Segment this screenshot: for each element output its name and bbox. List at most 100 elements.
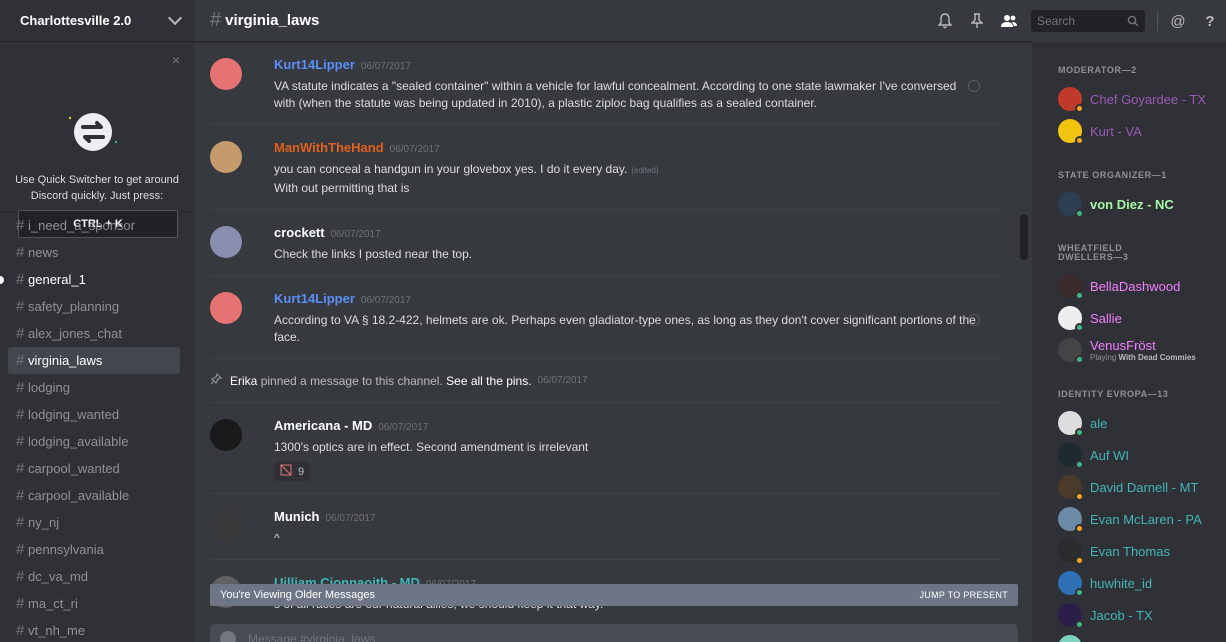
channel-hash-icon: #: [16, 244, 25, 261]
members-icon[interactable]: [993, 0, 1025, 42]
member-item[interactable]: Evan McLaren - PA: [1058, 503, 1226, 535]
guild-header[interactable]: Charlottesville 2.0: [0, 0, 194, 42]
help-icon[interactable]: ?: [1194, 0, 1226, 42]
chevron-down-icon[interactable]: [167, 10, 183, 26]
member-name: Evan McLaren - PA: [1090, 511, 1202, 527]
see-pins-link[interactable]: See all the pins.: [446, 374, 531, 388]
bell-icon[interactable]: [929, 0, 961, 42]
message-author[interactable]: Kurt14Lipper: [274, 291, 355, 306]
member-item[interactable]: Lee Tolman: [1058, 631, 1226, 642]
member-item[interactable]: Chef Goyardee - TX: [1058, 83, 1226, 115]
channel-item[interactable]: # carpool_wanted: [8, 455, 180, 482]
member-item[interactable]: ale: [1058, 407, 1226, 439]
avatar: [1058, 119, 1084, 145]
role-header: MODERATOR—2: [1058, 65, 1137, 75]
member-item[interactable]: Sallie: [1058, 302, 1226, 334]
channel-item[interactable]: # lodging_available: [8, 428, 180, 455]
channel-item[interactable]: # safety_planning: [8, 293, 180, 320]
scrollbar-thumb[interactable]: [1020, 214, 1028, 260]
avatar[interactable]: [210, 141, 242, 173]
member-item[interactable]: huwhite_id: [1058, 567, 1226, 599]
guild-name: Charlottesville 2.0: [20, 13, 132, 28]
reaction[interactable]: 9: [274, 462, 311, 481]
activity-prefix: Playing: [1090, 353, 1119, 362]
search-placeholder: Search: [1037, 14, 1076, 28]
avatar[interactable]: [210, 292, 242, 324]
mentions-icon[interactable]: @: [1162, 0, 1194, 42]
message-list[interactable]: Kurt14Lipper 06/07/2017 VA statute indicat…: [194, 42, 1016, 642]
avatar[interactable]: [210, 510, 242, 542]
message-author[interactable]: Americana - MD: [274, 418, 372, 433]
channel-hash-icon: #: [16, 433, 25, 450]
member-item[interactable]: Kurt - VA: [1058, 115, 1226, 147]
member-item[interactable]: Evan Thomas: [1058, 535, 1226, 567]
channel-name: ny_nj: [28, 515, 60, 530]
member-item[interactable]: BellaDashwood: [1058, 270, 1226, 302]
channel-item[interactable]: # ny_nj: [8, 509, 180, 536]
pin-notice: Erika pinned a message to this channel. …: [210, 359, 1000, 403]
channel-name: safety_planning: [28, 299, 120, 314]
channel-name: i_need_a_sponsor: [28, 218, 135, 233]
channel-name: pennsylvania: [28, 542, 104, 557]
member-item[interactable]: David Darnell - MT: [1058, 471, 1226, 503]
quick-switcher-arrows-icon: [68, 113, 118, 151]
channel-name: dc_va_md: [28, 569, 88, 584]
message-author[interactable]: Munich: [274, 509, 320, 524]
avatar[interactable]: [210, 58, 242, 90]
message-author[interactable]: Kurt14Lipper: [274, 57, 355, 72]
jump-to-present-button[interactable]: JUMP TO PRESENT: [919, 590, 1008, 600]
channel-item[interactable]: # lodging: [8, 374, 180, 401]
channel-hash-icon: #: [16, 217, 25, 234]
upload-plus-icon[interactable]: [220, 631, 236, 642]
search-box[interactable]: Search: [1031, 10, 1145, 32]
channel-item[interactable]: # dc_va_md: [8, 563, 180, 590]
channel-item[interactable]: # lodging_wanted: [8, 401, 180, 428]
add-reaction-icon[interactable]: [968, 314, 980, 326]
member-item[interactable]: Auf WI: [1058, 439, 1226, 471]
channel-item[interactable]: # pennsylvania: [8, 536, 180, 563]
add-reaction-icon[interactable]: [968, 80, 980, 92]
scrollbar[interactable]: [1020, 42, 1028, 642]
channel-item[interactable]: # ma_ct_ri: [8, 590, 180, 617]
member-item[interactable]: Jacob - TX: [1058, 599, 1226, 631]
channel-item[interactable]: # i_need_a_sponsor: [8, 212, 180, 239]
channel-sidebar: Charlottesville 2.0 × Use Quick Switcher…: [0, 0, 194, 642]
message-timestamp: 06/07/2017: [325, 513, 376, 524]
member-name: VenusFröst: [1090, 338, 1156, 353]
channel-item[interactable]: # carpool_available: [8, 482, 180, 509]
channel-hash-icon: #: [16, 406, 25, 423]
search-icon: [1127, 15, 1139, 27]
channel-header: # virginia_laws: [194, 0, 1032, 42]
channel-hash-icon: #: [16, 595, 25, 612]
channel-list: # i_need_a_sponsor # news # general_1 # safety_…: [0, 212, 194, 642]
avatar[interactable]: [210, 419, 242, 451]
older-messages-bar[interactable]: You're Viewing Older Messages JUMP TO PR…: [210, 584, 1018, 606]
message-input[interactable]: [248, 632, 1008, 642]
pin-icon[interactable]: [961, 0, 993, 42]
header-toolbar: Search @ ?: [929, 0, 1226, 42]
channel-item[interactable]: # virginia_laws: [8, 347, 180, 374]
close-icon[interactable]: ×: [172, 52, 180, 68]
activity-game: With Dead Commies: [1118, 353, 1196, 362]
message-text: With out permitting that is: [274, 181, 410, 195]
message-author[interactable]: ManWithTheHand: [274, 140, 384, 155]
message-text: Check the links I posted near the top.: [274, 247, 473, 261]
status-dot: [1075, 209, 1084, 218]
member-item[interactable]: VenusFröst Playing With Dead Commies: [1058, 334, 1226, 366]
message-text: ^: [274, 531, 280, 545]
avatar[interactable]: [210, 226, 242, 258]
channel-item[interactable]: # news: [8, 239, 180, 266]
status-dot: [1075, 556, 1084, 565]
pin-user[interactable]: Erika: [230, 374, 257, 388]
channel-item[interactable]: # general_1: [0, 266, 180, 293]
status-dot: [1075, 620, 1084, 629]
message-text: 1300's optics are in effect. Second amen…: [274, 440, 589, 454]
channel-item[interactable]: # vt_nh_me: [8, 617, 180, 642]
avatar: [1058, 539, 1084, 565]
member-activity: Playing With Dead Commies: [1090, 353, 1196, 362]
member-item[interactable]: von Diez - NC: [1058, 188, 1226, 220]
message-author[interactable]: crockett: [274, 225, 325, 240]
status-dot: [1075, 323, 1084, 332]
channel-item[interactable]: # alex_jones_chat: [8, 320, 180, 347]
member-name: von Diez - NC: [1090, 196, 1174, 212]
